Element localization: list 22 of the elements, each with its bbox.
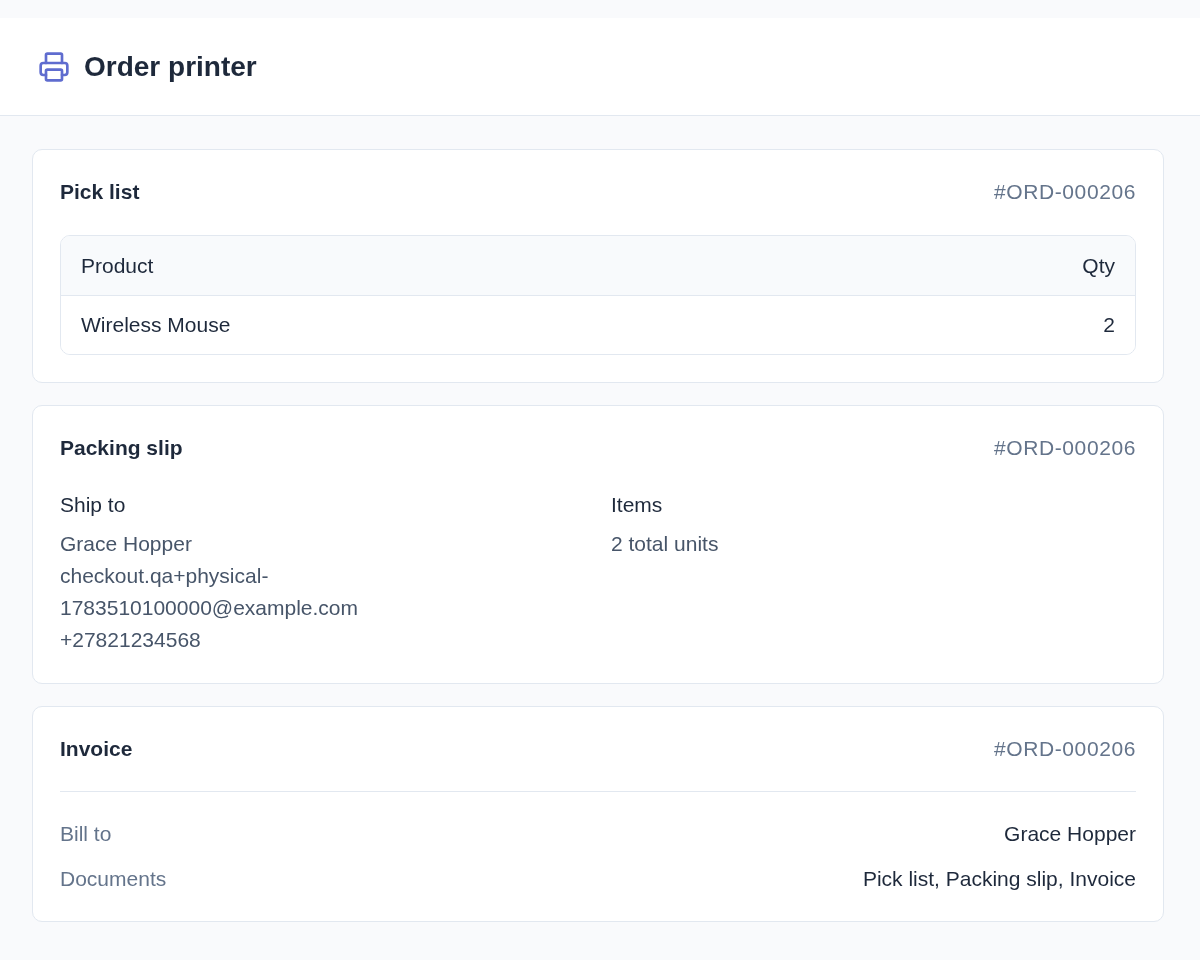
page-title: Order printer xyxy=(84,49,257,84)
detail-text: 2 total units xyxy=(611,531,720,557)
detail-text: +27821234568 xyxy=(60,627,202,653)
table-cell-text: Wireless Mouse xyxy=(81,312,231,338)
detail-text: Grace Hopper xyxy=(60,531,193,557)
field-label: Documents xyxy=(60,866,167,892)
field-value: Grace Hopper xyxy=(1004,821,1136,847)
order-number: #ORD-000206 xyxy=(994,179,1136,205)
section-label: Items xyxy=(611,492,664,518)
field-value: Pick list, Packing slip, Invoice xyxy=(862,866,1136,892)
detail-text: checkout.qa+physical-1783510100000@example.com xyxy=(60,563,360,621)
section-label: Ship to xyxy=(60,492,127,518)
card-title: Packing slip xyxy=(60,435,183,461)
printer-icon xyxy=(38,50,70,83)
field-label: Bill to xyxy=(60,821,112,847)
column-header: Qty xyxy=(1082,252,1115,279)
card-title: Pick list xyxy=(60,179,140,205)
card-title: Invoice xyxy=(60,736,133,762)
column-header: Product xyxy=(81,252,154,279)
order-number: #ORD-000206 xyxy=(994,435,1136,461)
order-number: #ORD-000206 xyxy=(994,736,1136,762)
table-cell-text: 2 xyxy=(1103,312,1115,338)
